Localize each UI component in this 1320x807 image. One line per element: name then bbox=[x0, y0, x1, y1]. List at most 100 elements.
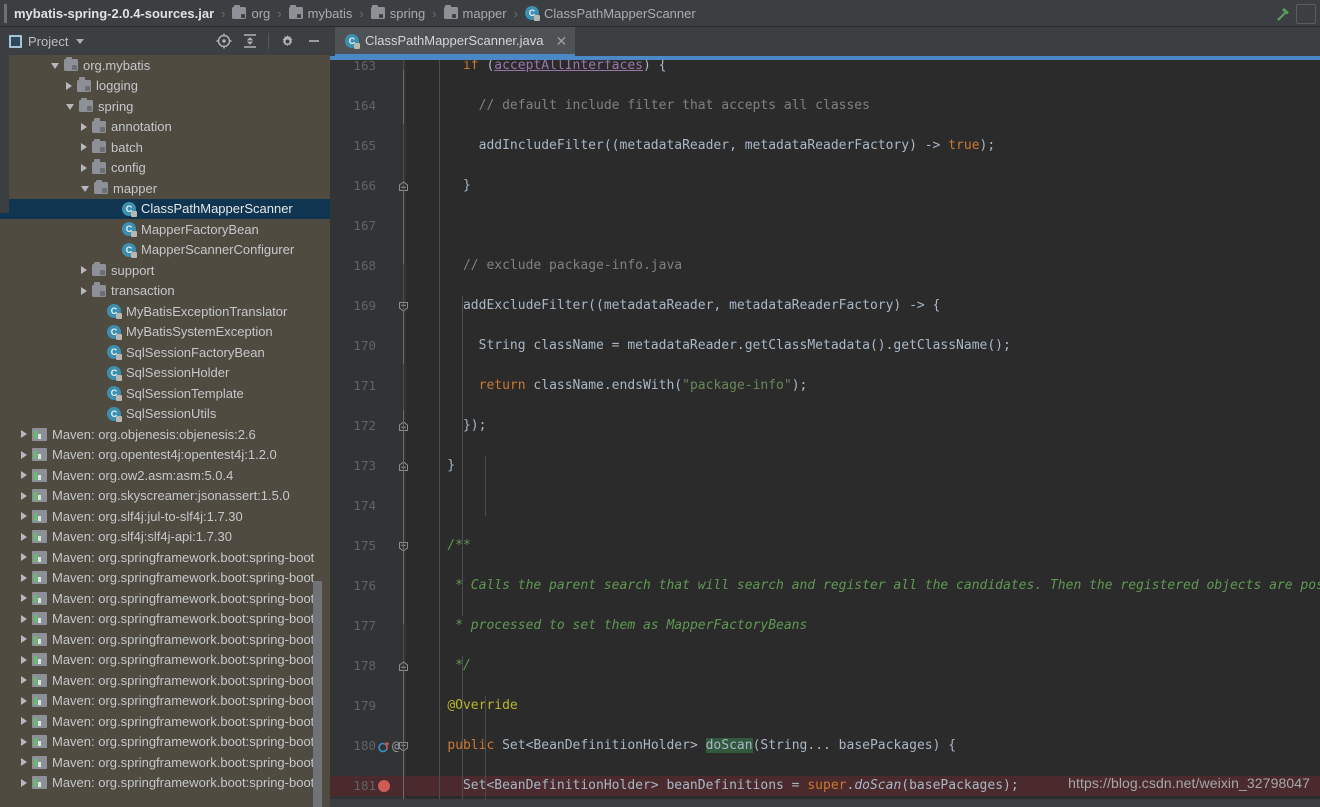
override-method-icon[interactable] bbox=[378, 740, 391, 753]
code-line[interactable]: 166 } bbox=[330, 176, 1320, 196]
code-editor[interactable]: 163 if (acceptAllInterfaces) {164 // def… bbox=[330, 56, 1320, 807]
tree-row[interactable]: Maven: org.ow2.asm:asm:5.0.4 bbox=[0, 465, 330, 486]
tree-row[interactable]: support bbox=[0, 260, 330, 281]
code-line[interactable]: 173 } bbox=[330, 456, 1320, 476]
chevron-right-icon[interactable] bbox=[21, 655, 27, 664]
chevron-right-icon[interactable] bbox=[21, 471, 27, 480]
code-line[interactable]: 172 }); bbox=[330, 416, 1320, 436]
tree-row[interactable]: Maven: org.opentest4j:opentest4j:1.2.0 bbox=[0, 445, 330, 466]
chevron-down-icon[interactable] bbox=[66, 104, 74, 111]
tree-row[interactable]: config bbox=[0, 158, 330, 179]
tree-row[interactable]: C ClassPathMapperScanner bbox=[0, 198, 330, 219]
chevron-right-icon[interactable] bbox=[21, 532, 27, 541]
tree-row[interactable]: Maven: org.springframework.boot:spring-b… bbox=[0, 609, 330, 630]
chevron-right-icon[interactable] bbox=[21, 450, 27, 459]
chevron-right-icon[interactable] bbox=[21, 758, 27, 767]
tree-row[interactable]: Maven: org.objenesis:objenesis:2.6 bbox=[0, 424, 330, 445]
chevron-right-icon[interactable] bbox=[21, 573, 27, 582]
breakpoint-icon[interactable] bbox=[378, 780, 390, 792]
code-line[interactable]: 165 addIncludeFilter((metadataReader, me… bbox=[330, 136, 1320, 156]
project-tree[interactable]: org.mybatis logging spring annotation batch c… bbox=[0, 55, 330, 807]
chevron-right-icon[interactable] bbox=[21, 491, 27, 500]
breadcrumb-item-org[interactable]: org bbox=[232, 4, 270, 21]
code-line[interactable]: 170 String className = metadataReader.ge… bbox=[330, 336, 1320, 356]
tree-row[interactable]: Maven: org.slf4j:slf4j-api:1.7.30 bbox=[0, 527, 330, 548]
tree-row[interactable]: annotation bbox=[0, 117, 330, 138]
code-line[interactable]: 167 bbox=[330, 216, 1320, 236]
breadcrumb-item-class[interactable]: C ClassPathMapperScanner bbox=[524, 6, 696, 21]
chevron-right-icon[interactable] bbox=[21, 553, 27, 562]
chevron-right-icon[interactable] bbox=[21, 676, 27, 685]
code-line[interactable]: 169 addExcludeFilter((metadataReader, me… bbox=[330, 296, 1320, 316]
chevron-down-icon[interactable] bbox=[76, 38, 85, 44]
minimize-icon[interactable] bbox=[306, 33, 322, 49]
tree-row[interactable]: C MyBatisSystemException bbox=[0, 322, 330, 343]
tree-scrollbar[interactable] bbox=[313, 581, 322, 807]
tree-row[interactable]: Maven: org.springframework.boot:spring-b… bbox=[0, 650, 330, 671]
tree-row[interactable]: Maven: org.skyscreamer:jsonassert:1.5.0 bbox=[0, 486, 330, 507]
chevron-right-icon[interactable] bbox=[21, 696, 27, 705]
tree-row[interactable]: Maven: org.springframework.boot:spring-b… bbox=[0, 670, 330, 691]
tree-row[interactable]: transaction bbox=[0, 281, 330, 302]
chevron-right-icon[interactable] bbox=[21, 717, 27, 726]
code-line[interactable]: 176 * Calls the parent search that will … bbox=[330, 576, 1320, 596]
breadcrumb-item-jar[interactable]: mybatis-spring-2.0.4-sources.jar bbox=[14, 6, 214, 21]
chevron-right-icon[interactable] bbox=[81, 266, 87, 275]
tree-row[interactable]: spring bbox=[0, 96, 330, 117]
chevron-right-icon[interactable] bbox=[21, 594, 27, 603]
tree-row[interactable]: C SqlSessionHolder bbox=[0, 363, 330, 384]
tree-row[interactable]: Maven: org.springframework.boot:spring-b… bbox=[0, 629, 330, 650]
window-control-box[interactable] bbox=[1296, 4, 1316, 24]
breadcrumb-item-spring[interactable]: spring bbox=[370, 4, 425, 21]
tree-row[interactable]: C MapperScannerConfigurer bbox=[0, 240, 330, 261]
close-icon[interactable]: ✕ bbox=[556, 34, 568, 48]
code-line[interactable]: 178 */ bbox=[330, 656, 1320, 676]
collapse-all-icon[interactable] bbox=[243, 33, 257, 49]
tree-row[interactable]: Maven: org.springframework.boot:spring-b… bbox=[0, 568, 330, 589]
tree-row[interactable]: C MyBatisExceptionTranslator bbox=[0, 301, 330, 322]
breadcrumb-item-mapper[interactable]: mapper bbox=[443, 4, 507, 21]
tree-row[interactable]: Maven: org.springframework.boot:spring-b… bbox=[0, 752, 330, 773]
tree-row[interactable]: org.mybatis bbox=[0, 55, 330, 76]
chevron-right-icon[interactable] bbox=[21, 512, 27, 521]
tree-row[interactable]: C MapperFactoryBean bbox=[0, 219, 330, 240]
chevron-right-icon[interactable] bbox=[21, 635, 27, 644]
code-line[interactable]: 175 /** bbox=[330, 536, 1320, 556]
chevron-right-icon[interactable] bbox=[66, 81, 72, 90]
tree-row[interactable]: logging bbox=[0, 76, 330, 97]
hammer-icon[interactable] bbox=[1274, 5, 1292, 23]
tree-row[interactable]: Maven: org.springframework.boot:spring-b… bbox=[0, 691, 330, 712]
tree-row[interactable]: Maven: org.springframework.boot:spring-b… bbox=[0, 547, 330, 568]
code-line[interactable]: 180 @ public Set<BeanDefinitionHolder> do… bbox=[330, 736, 1320, 756]
chevron-right-icon[interactable] bbox=[21, 614, 27, 623]
tree-row[interactable]: C SqlSessionFactoryBean bbox=[0, 342, 330, 363]
breadcrumb-item-mybatis[interactable]: mybatis bbox=[288, 4, 352, 21]
tree-row[interactable]: Maven: org.springframework.boot:spring-b… bbox=[0, 588, 330, 609]
code-line[interactable]: 164 // default include filter that accep… bbox=[330, 96, 1320, 116]
tree-row[interactable]: batch bbox=[0, 137, 330, 158]
chevron-right-icon[interactable] bbox=[81, 143, 87, 152]
tree-row[interactable]: C SqlSessionTemplate bbox=[0, 383, 330, 404]
code-line[interactable]: 171 return className.endsWith("package-i… bbox=[330, 376, 1320, 396]
tree-row[interactable]: Maven: org.slf4j:jul-to-slf4j:1.7.30 bbox=[0, 506, 330, 527]
tree-row[interactable]: Maven: org.springframework.boot:spring-b… bbox=[0, 711, 330, 732]
chevron-right-icon[interactable] bbox=[81, 122, 87, 131]
chevron-right-icon[interactable] bbox=[81, 163, 87, 172]
tree-row[interactable]: mapper bbox=[0, 178, 330, 199]
locate-target-icon[interactable] bbox=[216, 33, 232, 49]
chevron-right-icon[interactable] bbox=[81, 286, 87, 295]
tab-classpathmapperscanner[interactable]: C ClassPathMapperScanner.java ✕ bbox=[335, 27, 576, 56]
tree-row[interactable]: C SqlSessionUtils bbox=[0, 404, 330, 425]
code-line[interactable]: 174 bbox=[330, 496, 1320, 516]
chevron-down-icon[interactable] bbox=[81, 186, 89, 193]
chevron-right-icon[interactable] bbox=[21, 737, 27, 746]
tree-row[interactable]: Maven: org.springframework.boot:spring-b… bbox=[0, 732, 330, 753]
chevron-right-icon[interactable] bbox=[21, 430, 27, 439]
gear-icon[interactable] bbox=[280, 34, 295, 49]
tree-row[interactable]: Maven: org.springframework.boot:spring-b… bbox=[0, 773, 330, 794]
code-line[interactable]: 177 * processed to set them as MapperFac… bbox=[330, 616, 1320, 636]
chevron-down-icon[interactable] bbox=[51, 63, 59, 70]
chevron-right-icon[interactable] bbox=[21, 778, 27, 787]
code-line[interactable]: 168 // exclude package-info.java bbox=[330, 256, 1320, 276]
code-line[interactable]: 179 @Override bbox=[330, 696, 1320, 716]
